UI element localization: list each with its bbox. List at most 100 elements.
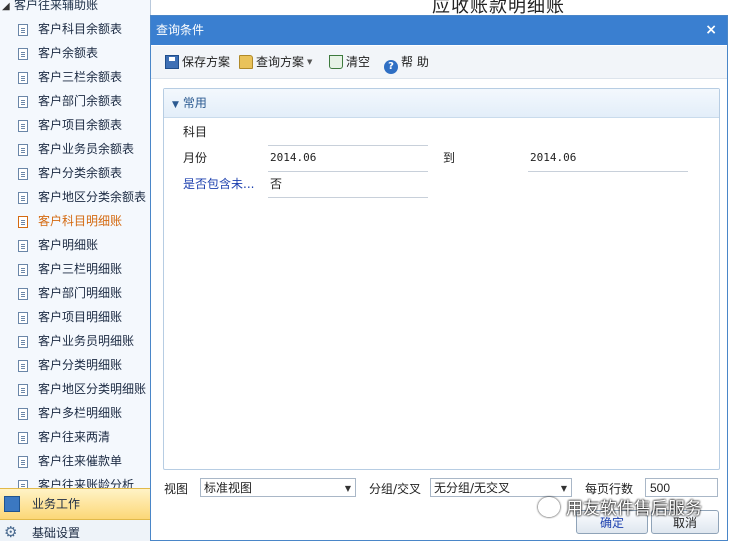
group-cross-select-value: 无分组/无交叉 (434, 481, 511, 495)
subject-field[interactable] (268, 123, 428, 146)
tree-group-customer-ledger[interactable]: ◢ 客户往来辅助账 (0, 0, 150, 16)
sidebar-item-label: 客户部门明细账 (38, 286, 123, 300)
nav-business-label: 业务工作 (32, 497, 81, 511)
close-icon[interactable]: × (705, 16, 717, 45)
sidebar-item[interactable]: 客户科目明细账 (18, 209, 122, 233)
sidebar-item[interactable]: 客户往来两清 (18, 425, 110, 449)
folder-icon (239, 55, 253, 69)
watermark-text: 用友软件售后服务 (566, 499, 702, 519)
rows-per-page-input[interactable]: 500 (645, 478, 718, 497)
sidebar-item[interactable]: 客户业务员明细账 (18, 329, 134, 353)
sidebar-item-label: 客户业务员明细账 (38, 334, 135, 348)
clear-button[interactable]: 清空 (329, 53, 370, 71)
sidebar-item[interactable]: 客户地区分类明细账 (18, 377, 146, 401)
gear-icon: ⚙ (4, 523, 18, 541)
nav-base-label: 基础设置 (32, 526, 81, 540)
query-scheme-button[interactable]: 查询方案 ▼ (239, 53, 312, 71)
include-unposted-field[interactable]: 否 (268, 175, 428, 198)
sidebar-item-label: 客户分类明细账 (38, 358, 123, 372)
sidebar-item-label: 客户地区分类明细账 (38, 382, 147, 396)
watermark: 用友软件售后服务 (538, 496, 702, 522)
save-scheme-label: 保存方案 (182, 55, 231, 69)
sidebar-item-label: 客户往来两清 (38, 430, 111, 444)
sidebar-item[interactable]: 客户分类余额表 (18, 161, 122, 185)
save-scheme-button[interactable]: 保存方案 (165, 53, 230, 71)
group-cross-label: 分组/交叉 (369, 482, 422, 496)
sidebar-item-label: 客户三栏明细账 (38, 262, 123, 276)
sidebar-item[interactable]: 客户往来催款单 (18, 449, 122, 473)
document-icon (18, 119, 28, 132)
view-label: 视图 (164, 482, 189, 496)
chevron-down-icon: ▼ (307, 58, 313, 66)
sidebar-item[interactable]: 客户项目明细账 (18, 305, 122, 329)
document-icon (18, 383, 28, 396)
document-icon (18, 71, 28, 84)
panel-header-label: 常用 (182, 96, 207, 110)
month-label: 月份 (183, 151, 208, 165)
navigation-sidebar: ◢ 客户往来辅助账 客户科目余额表客户余额表客户三栏余额表 客户部门余额表 客户项目余… (0, 0, 151, 541)
sidebar-item-label: 客户项目余额表 (38, 118, 123, 132)
panel-header-common[interactable]: ▼ 常用 (164, 89, 719, 118)
document-icon (18, 47, 28, 60)
sidebar-item-label: 客户分类余额表 (38, 166, 123, 180)
to-label: 到 (443, 151, 456, 165)
document-icon (18, 287, 28, 300)
clear-label: 清空 (346, 55, 371, 69)
clear-icon (329, 55, 343, 69)
view-select[interactable]: 标准视图 ▼ (200, 478, 356, 497)
document-icon (18, 167, 28, 180)
help-button[interactable]: ? 帮 助 (384, 53, 429, 74)
sidebar-item-label: 客户多栏明细账 (38, 406, 123, 420)
sidebar-item[interactable]: 客户业务员余额表 (18, 137, 134, 161)
dialog-titlebar[interactable]: 查询条件 × (151, 16, 727, 45)
sidebar-item-label: 客户三栏余额表 (38, 70, 123, 84)
dialog-toolbar: 保存方案 查询方案 ▼ 清空 ? 帮 助 (151, 46, 727, 79)
document-icon (18, 431, 28, 444)
collapse-arrow-icon[interactable]: ◢ (2, 0, 14, 18)
sidebar-item-label: 客户地区分类余额表 (38, 190, 147, 204)
sidebar-item-label: 客户科目明细账 (38, 214, 123, 228)
nav-business-work[interactable]: 业务工作 (0, 488, 150, 520)
help-icon: ? (384, 60, 398, 74)
sidebar-item[interactable]: 客户部门明细账 (18, 281, 122, 305)
document-icon (18, 455, 28, 468)
document-icon (18, 143, 28, 156)
sidebar-item-label: 客户业务员余额表 (38, 142, 135, 156)
sidebar-item[interactable]: 客户多栏明细账 (18, 401, 122, 425)
document-icon (18, 311, 28, 324)
sidebar-item[interactable]: 客户地区分类余额表 (18, 185, 146, 209)
nav-basic-settings[interactable]: ⚙ 基础设置 (0, 520, 150, 541)
sidebar-item-label: 客户往来催款单 (38, 454, 123, 468)
sidebar-item-label: 客户部门余额表 (38, 94, 123, 108)
document-icon (18, 23, 28, 36)
chevron-down-icon: ▼ (344, 484, 351, 493)
sidebar-item-label: 客户余额表 (38, 46, 99, 60)
sidebar-item-label: 客户明细账 (38, 238, 99, 252)
wechat-icon (538, 497, 560, 517)
month-from-field[interactable]: 2014.06 (268, 149, 428, 172)
common-conditions-panel: ▼ 常用 科目 月份 2014.06 到 2014.06 是否包含未... 否 (163, 88, 720, 470)
dialog-title: 查询条件 (156, 23, 205, 37)
month-to-field[interactable]: 2014.06 (528, 149, 688, 172)
sidebar-item[interactable]: 客户明细账 (18, 233, 98, 257)
group-cross-select[interactable]: 无分组/无交叉 ▼ (430, 478, 572, 497)
help-label: 帮 助 (401, 55, 429, 69)
document-icon (18, 335, 28, 348)
sidebar-item[interactable]: 客户项目余额表 (18, 113, 122, 137)
tree-group-label: 客户往来辅助账 (14, 0, 99, 12)
sidebar-item[interactable]: 客户余额表 (18, 41, 98, 65)
sidebar-item[interactable]: 客户分类明细账 (18, 353, 122, 377)
subject-label: 科目 (183, 125, 208, 139)
sidebar-item-label: 客户项目明细账 (38, 310, 123, 324)
document-icon (18, 263, 28, 276)
document-icon (18, 407, 28, 420)
query-conditions-dialog: 查询条件 × 保存方案 查询方案 ▼ 清空 ? 帮 助 ▼ 常用 科目 月份 2014… (150, 15, 728, 541)
query-scheme-label: 查询方案 (256, 55, 305, 69)
sidebar-item[interactable]: 客户科目余额表 (18, 17, 122, 41)
sidebar-item[interactable]: 客户三栏余额表 (18, 65, 122, 89)
save-icon (165, 55, 179, 69)
sidebar-item[interactable]: 客户三栏明细账 (18, 257, 122, 281)
sidebar-item[interactable]: 客户部门余额表 (18, 89, 122, 113)
chevron-down-icon: ▼ (172, 100, 179, 110)
include-unposted-label[interactable]: 是否包含未... (183, 175, 254, 193)
